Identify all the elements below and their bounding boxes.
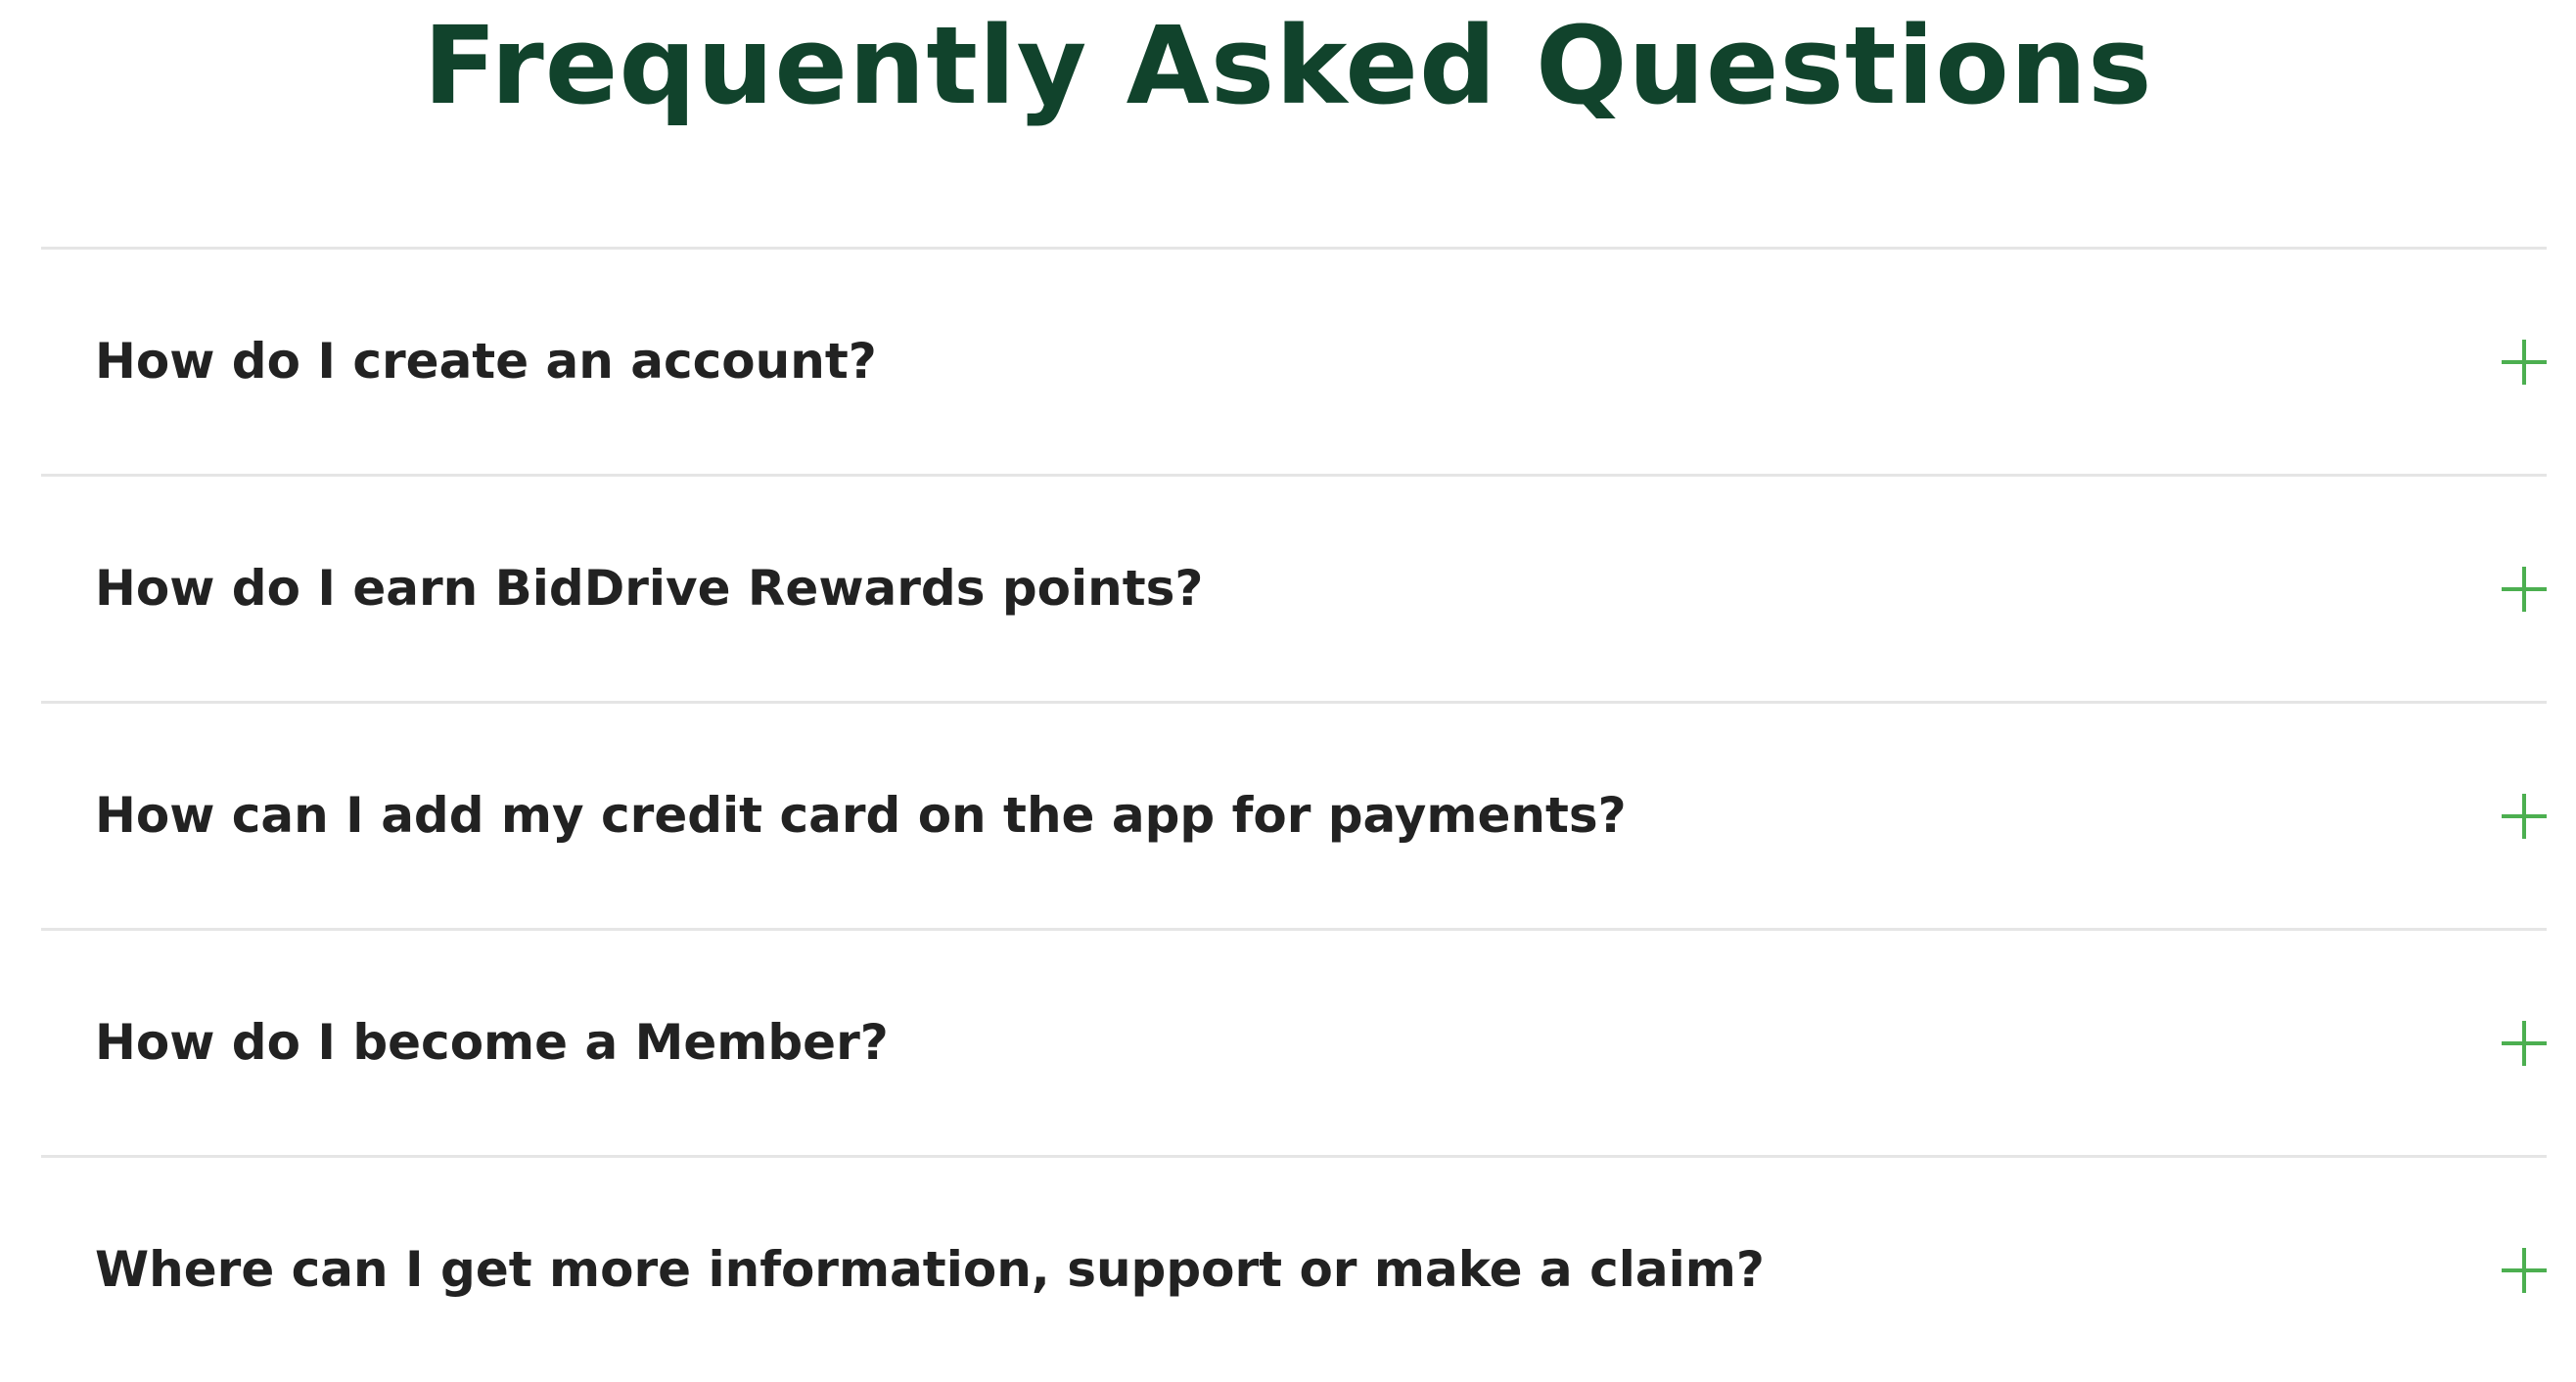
faq-question: How can I add my credit card on the app … bbox=[95, 787, 1627, 844]
plus-icon[interactable] bbox=[2502, 567, 2547, 612]
faq-question: How do I become a Member? bbox=[95, 1014, 889, 1071]
page-title: Frequently Asked Questions bbox=[423, 3, 2153, 128]
plus-icon[interactable] bbox=[2502, 1021, 2547, 1066]
faq-question: How do I earn BidDrive Rewards points? bbox=[95, 560, 1204, 617]
faq-item-earn-rewards[interactable]: How do I earn BidDrive Rewards points? bbox=[41, 477, 2547, 704]
plus-icon[interactable] bbox=[2502, 340, 2547, 385]
faq-question: How do I create an account? bbox=[95, 333, 877, 390]
faq-item-create-account[interactable]: How do I create an account? bbox=[41, 250, 2547, 477]
faq-item-add-credit-card[interactable]: How can I add my credit card on the app … bbox=[41, 704, 2547, 931]
faq-item-support-claim[interactable]: Where can I get more information, suppor… bbox=[41, 1158, 2547, 1382]
faq-item-become-member[interactable]: How do I become a Member? bbox=[41, 931, 2547, 1158]
plus-icon[interactable] bbox=[2502, 794, 2547, 839]
faq-list: How do I create an account? How do I ear… bbox=[41, 247, 2547, 1382]
faq-section: Frequently Asked Questions How do I crea… bbox=[0, 0, 2576, 1370]
plus-icon[interactable] bbox=[2502, 1248, 2547, 1293]
faq-question: Where can I get more information, suppor… bbox=[95, 1241, 1765, 1298]
